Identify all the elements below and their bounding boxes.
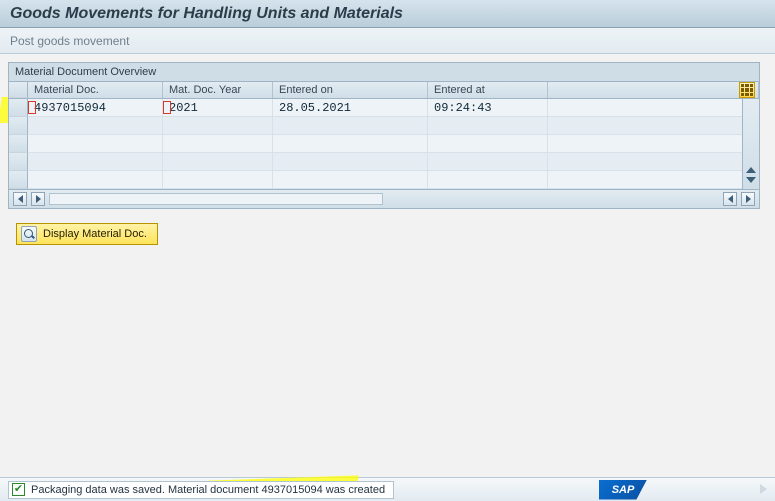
title-bar: Goods Movements for Handling Units and M… — [0, 0, 775, 28]
table-row[interactable] — [9, 153, 759, 171]
material-doc-table: Material Doc. Mat. Doc. Year Entered on … — [8, 81, 760, 190]
col-entered-at[interactable]: Entered at — [428, 82, 548, 98]
scroll-first-button[interactable] — [13, 192, 27, 206]
table-settings-icon[interactable] — [739, 82, 755, 98]
cell-material-doc[interactable]: 4937015094 — [28, 99, 163, 117]
col-entered-on[interactable]: Entered on — [273, 82, 428, 98]
success-check-icon: ✔ — [12, 483, 25, 496]
display-material-doc-label: Display Material Doc. — [43, 228, 147, 240]
status-expand-icon[interactable] — [760, 484, 767, 494]
button-row: Display Material Doc. — [8, 209, 775, 261]
page-title: Goods Movements for Handling Units and M… — [10, 5, 403, 23]
cell-entered-on: 28.05.2021 — [273, 99, 428, 117]
table-body: 4937015094 2021 28.05.2021 09:24:43 — [9, 99, 759, 189]
display-material-doc-button[interactable]: Display Material Doc. — [16, 223, 158, 245]
sap-logo: SAP — [599, 480, 647, 500]
table-row[interactable] — [9, 171, 759, 189]
status-message-pill[interactable]: ✔ Packaging data was saved. Material doc… — [8, 481, 394, 499]
scroll-last-button[interactable] — [741, 192, 755, 206]
cell-spacer — [548, 99, 759, 117]
row-selector-header — [9, 82, 28, 98]
scroll-down-icon[interactable] — [746, 177, 756, 183]
row-selector[interactable] — [9, 135, 28, 153]
horizontal-scrollbar[interactable] — [8, 190, 760, 209]
subheader: Post goods movement — [0, 28, 775, 54]
table-row[interactable] — [9, 117, 759, 135]
magnifier-icon — [21, 226, 37, 242]
table-row[interactable]: 4937015094 2021 28.05.2021 09:24:43 — [9, 99, 759, 117]
scroll-up-icon[interactable] — [746, 167, 756, 173]
row-selector[interactable] — [9, 117, 28, 135]
vertical-scroll-strip[interactable] — [742, 99, 759, 189]
row-selector[interactable] — [9, 99, 28, 117]
panel-title: Material Document Overview — [8, 62, 760, 81]
row-selector[interactable] — [9, 171, 28, 189]
status-bar: ✔ Packaging data was saved. Material doc… — [0, 477, 775, 501]
subheader-text: Post goods movement — [10, 34, 129, 48]
cell-entered-at: 09:24:43 — [428, 99, 548, 117]
col-material-doc[interactable]: Material Doc. — [28, 82, 163, 98]
status-message-text: Packaging data was saved. Material docum… — [31, 484, 385, 496]
scroll-left-button[interactable] — [31, 192, 45, 206]
cell-mat-doc-year[interactable]: 2021 — [163, 99, 273, 117]
content-area: Material Document Overview Material Doc.… — [0, 54, 775, 261]
table-header-row: Material Doc. Mat. Doc. Year Entered on … — [9, 82, 759, 99]
row-selector[interactable] — [9, 153, 28, 171]
scroll-right-button[interactable] — [723, 192, 737, 206]
col-mat-doc-year[interactable]: Mat. Doc. Year — [163, 82, 273, 98]
table-row[interactable] — [9, 135, 759, 153]
annotation-box — [28, 101, 36, 114]
annotation-box — [163, 101, 171, 114]
scroll-track[interactable] — [49, 193, 383, 205]
col-spacer — [548, 82, 759, 98]
